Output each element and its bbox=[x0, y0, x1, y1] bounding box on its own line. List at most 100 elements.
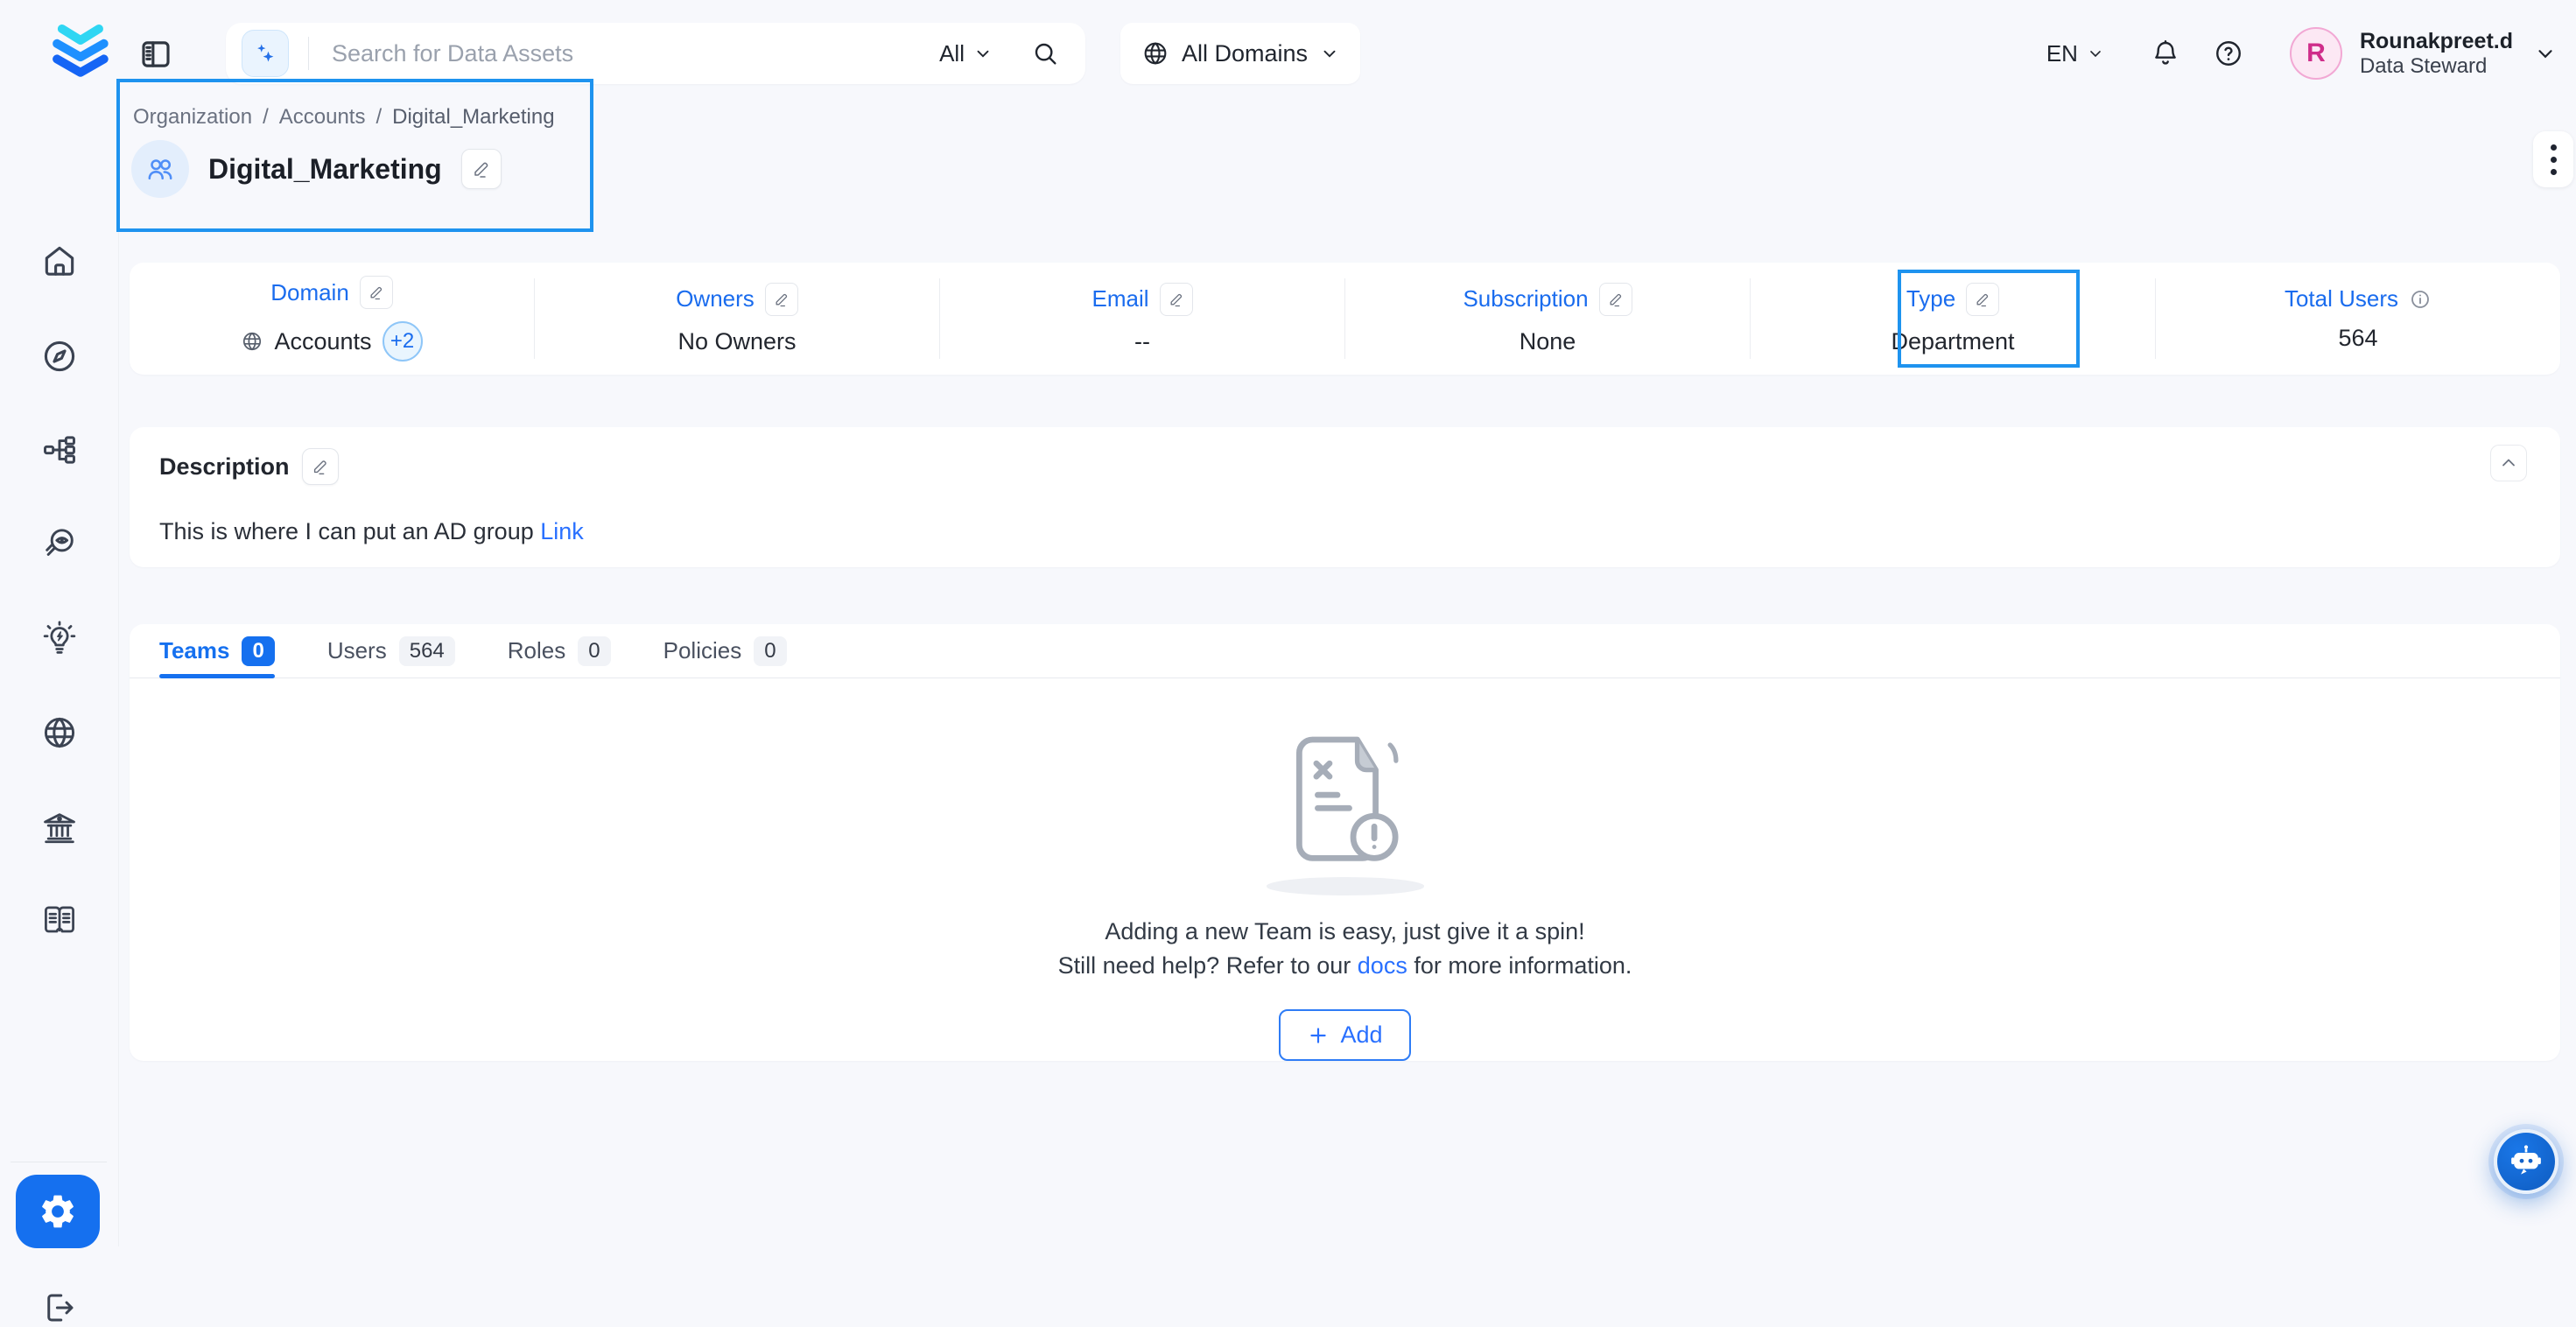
type-label: Type bbox=[1906, 285, 1955, 312]
edit-email-button[interactable] bbox=[1160, 283, 1193, 316]
breadcrumb-accounts[interactable]: Accounts bbox=[279, 105, 366, 130]
user-role: Data Steward bbox=[2360, 54, 2513, 80]
edit-type-button[interactable] bbox=[1966, 283, 1999, 316]
sidebar-item-home[interactable] bbox=[40, 242, 79, 280]
breadcrumb-separator: / bbox=[263, 105, 269, 130]
help-icon[interactable] bbox=[2213, 38, 2244, 69]
empty-line2-suffix: for more information. bbox=[1407, 952, 1632, 979]
add-team-button[interactable]: Add bbox=[1279, 1009, 1410, 1061]
docs-link[interactable]: docs bbox=[1358, 952, 1407, 979]
empty-line2-prefix: Still need help? Refer to our bbox=[1058, 952, 1358, 979]
edit-domain-button[interactable] bbox=[360, 276, 393, 309]
gear-icon bbox=[38, 1191, 78, 1232]
avatar: R bbox=[2290, 27, 2342, 80]
robot-icon bbox=[2506, 1141, 2546, 1182]
tab-policies-label: Policies bbox=[663, 637, 742, 664]
left-sidebar bbox=[0, 107, 119, 1246]
sidebar-toggle-icon[interactable] bbox=[137, 35, 175, 74]
sidebar-item-observability[interactable] bbox=[40, 524, 79, 563]
domain-label: Domain bbox=[270, 279, 349, 306]
owners-value: No Owners bbox=[677, 328, 796, 355]
info-subscription: Subscription None bbox=[1345, 278, 1751, 359]
divider bbox=[308, 37, 309, 70]
chevron-down-icon bbox=[973, 44, 993, 63]
info-type: Type Department bbox=[1751, 278, 2156, 359]
collapse-description-button[interactable] bbox=[2490, 445, 2527, 481]
sidebar-item-insights[interactable] bbox=[40, 620, 79, 658]
sidebar-item-domains[interactable] bbox=[40, 713, 79, 752]
owners-label: Owners bbox=[676, 285, 755, 312]
search-icon[interactable] bbox=[1031, 39, 1059, 67]
pencil-icon bbox=[773, 291, 790, 308]
page-header: Digital_Marketing bbox=[131, 140, 502, 198]
pencil-icon bbox=[311, 457, 330, 476]
search-scope-dropdown[interactable]: All bbox=[939, 40, 993, 67]
domain-value[interactable]: Accounts bbox=[274, 328, 371, 355]
info-owners: Owners No Owners bbox=[535, 278, 940, 359]
description-link[interactable]: Link bbox=[540, 518, 584, 544]
breadcrumb-organization[interactable]: Organization bbox=[133, 105, 252, 130]
breadcrumb-current: Digital_Marketing bbox=[392, 105, 554, 130]
edit-title-button[interactable] bbox=[461, 149, 502, 189]
edit-description-button[interactable] bbox=[302, 448, 339, 485]
chevron-down-icon bbox=[1320, 44, 1339, 63]
tab-policies-count: 0 bbox=[754, 636, 786, 666]
sidebar-item-explore[interactable] bbox=[40, 337, 79, 376]
description-section: Description This is where I can put an A… bbox=[130, 427, 2560, 567]
sidebar-item-lineage[interactable] bbox=[40, 431, 79, 469]
tab-roles-count: 0 bbox=[578, 636, 610, 666]
more-options-button[interactable] bbox=[2533, 131, 2573, 187]
total-users-value: 564 bbox=[2338, 325, 2377, 352]
global-search-bar[interactable]: All bbox=[226, 23, 1085, 84]
tab-teams-count: 0 bbox=[242, 636, 274, 666]
all-domains-dropdown[interactable]: All Domains bbox=[1120, 23, 1360, 84]
sidebar-item-logout[interactable] bbox=[40, 1288, 79, 1327]
team-avatar bbox=[131, 140, 189, 198]
avatar-initial: R bbox=[2306, 39, 2326, 68]
team-users-icon bbox=[144, 152, 177, 186]
empty-state-line2: Still need help? Refer to our docs for m… bbox=[1058, 952, 1632, 979]
add-button-label: Add bbox=[1340, 1022, 1382, 1049]
tab-roles[interactable]: Roles 0 bbox=[508, 624, 611, 678]
empty-state-line1: Adding a new Team is easy, just give it … bbox=[1105, 918, 1584, 945]
tab-users-count: 564 bbox=[399, 636, 455, 666]
description-text-prefix: This is where I can put an AD group bbox=[159, 518, 540, 544]
language-label: EN bbox=[2046, 40, 2078, 67]
sidebar-item-govern[interactable] bbox=[40, 809, 79, 847]
logout-icon bbox=[41, 1289, 78, 1326]
pencil-icon bbox=[1607, 291, 1625, 308]
user-info: Rounakpreet.d Data Steward bbox=[2360, 28, 2513, 80]
language-dropdown[interactable]: EN bbox=[2046, 40, 2104, 67]
team-info-panel: Domain Accounts +2 Owners No Owners Emai… bbox=[130, 263, 2560, 375]
notifications-bell-icon[interactable] bbox=[2150, 38, 2181, 69]
edit-owners-button[interactable] bbox=[765, 283, 798, 316]
empty-state: Adding a new Team is easy, just give it … bbox=[130, 678, 2560, 1061]
sidebar-item-glossary[interactable] bbox=[40, 901, 79, 939]
app-logo[interactable] bbox=[39, 14, 119, 89]
description-heading: Description bbox=[159, 453, 290, 481]
chevron-down-icon bbox=[2087, 45, 2104, 62]
pencil-icon bbox=[1974, 291, 1991, 308]
pencil-icon bbox=[1168, 291, 1185, 308]
edit-subscription-button[interactable] bbox=[1599, 283, 1632, 316]
globe-icon bbox=[241, 330, 263, 353]
user-menu[interactable]: R Rounakpreet.d Data Steward bbox=[2276, 27, 2557, 80]
search-input[interactable] bbox=[332, 40, 939, 67]
tab-policies[interactable]: Policies 0 bbox=[663, 624, 787, 678]
globe-icon bbox=[1141, 39, 1169, 67]
ai-sparkle-icon[interactable] bbox=[242, 30, 289, 77]
tab-teams[interactable]: Teams 0 bbox=[159, 624, 275, 678]
description-text: This is where I can put an AD group Link bbox=[159, 518, 584, 545]
plus-icon bbox=[1307, 1024, 1330, 1047]
sidebar-item-settings[interactable] bbox=[16, 1175, 100, 1248]
chevron-up-icon bbox=[2498, 453, 2519, 474]
domain-more-badge[interactable]: +2 bbox=[383, 321, 423, 362]
total-users-label: Total Users bbox=[2285, 285, 2398, 312]
icon-shadow bbox=[1267, 877, 1424, 895]
info-domain: Domain Accounts +2 bbox=[130, 278, 535, 359]
tab-users[interactable]: Users 564 bbox=[327, 624, 455, 678]
tab-users-label: Users bbox=[327, 637, 387, 664]
info-icon[interactable] bbox=[2409, 288, 2432, 311]
chat-bot-button[interactable] bbox=[2494, 1129, 2558, 1194]
pencil-icon bbox=[471, 158, 492, 179]
